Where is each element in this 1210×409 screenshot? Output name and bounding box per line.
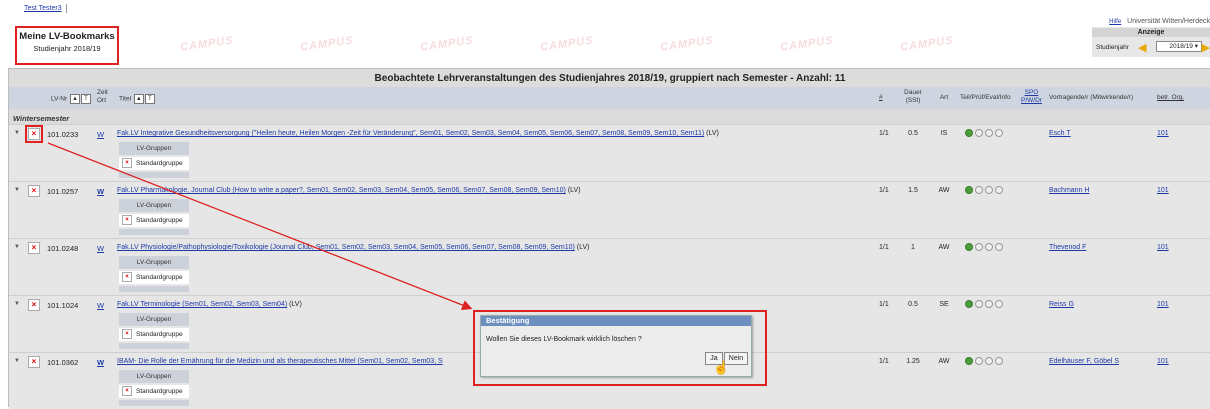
dialog-title: Bestätigung [481,316,751,326]
hand-cursor-icon: ☝ [713,360,730,375]
annotation-line [47,142,473,311]
dialog-message: Wollen Sie dieses LV-Bookmark wirklich l… [486,336,642,343]
confirm-dialog: Bestätigung Wollen Sie dieses LV-Bookmar… [480,315,752,377]
